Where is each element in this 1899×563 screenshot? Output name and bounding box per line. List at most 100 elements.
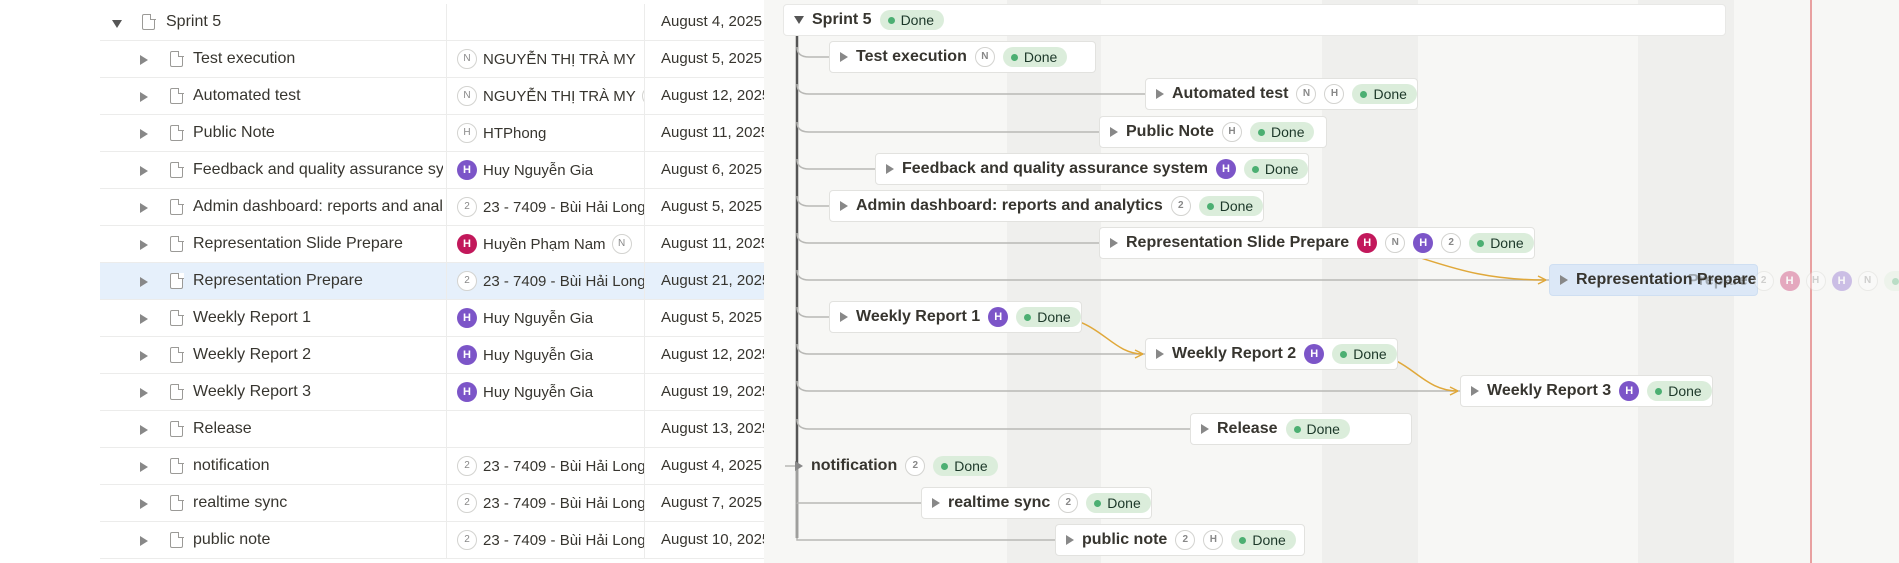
expand-toggle-icon[interactable] — [140, 425, 148, 435]
expand-toggle-icon[interactable] — [1156, 349, 1164, 359]
assignee-cell[interactable] — [446, 411, 644, 447]
row-title[interactable]: Weekly Report 1 — [193, 300, 443, 336]
expand-toggle-icon[interactable] — [1110, 127, 1118, 137]
row-title[interactable]: Sprint 5 — [166, 4, 416, 40]
assignee-cell[interactable]: H Huy Nguyễn Gia — [446, 152, 644, 188]
assignee-cell[interactable]: N NGUYỄN THỊ TRÀ MY — [446, 41, 644, 77]
table-row[interactable]: Representation Prepare 2 23 - 7409 - Bùi H… — [100, 263, 764, 300]
expand-toggle-icon[interactable] — [140, 499, 148, 509]
date-cell[interactable]: August 11, 2025 — [644, 115, 764, 151]
assignee-cell[interactable]: 2 23 - 7409 - Bùi Hải Long — [446, 263, 644, 299]
timeline-bar[interactable]: Admin dashboard: reports and analytics 2 D… — [829, 190, 1265, 222]
date-cell[interactable]: August 12, 2025 — [644, 78, 764, 114]
table-row[interactable]: Weekly Report 3 H Huy Nguyễn Gia August 19,… — [100, 374, 764, 411]
expand-toggle-icon[interactable] — [140, 351, 148, 361]
expand-toggle-icon[interactable] — [840, 312, 848, 322]
expand-toggle-icon[interactable] — [140, 536, 148, 546]
timeline-bar[interactable]: Weekly Report 2 H Done — [1145, 338, 1398, 370]
expand-toggle-icon[interactable] — [794, 16, 804, 24]
table-row[interactable]: Test execution N NGUYỄN THỊ TRÀ MY August 5… — [100, 41, 764, 78]
expand-toggle-icon[interactable] — [1156, 89, 1164, 99]
expand-toggle-icon[interactable] — [140, 462, 148, 472]
expand-toggle-icon[interactable] — [140, 388, 148, 398]
row-title[interactable]: Automated test — [193, 78, 443, 114]
timeline-bar[interactable]: Weekly Report 3 H Done — [1460, 375, 1713, 407]
expand-toggle-icon[interactable] — [112, 20, 122, 28]
date-cell[interactable]: August 4, 2025 — [644, 448, 764, 484]
expand-toggle-icon[interactable] — [840, 201, 848, 211]
date-cell[interactable]: August 11, 2025 — [644, 226, 764, 262]
table-row[interactable]: Automated testNNGUYỄN THỊ TRÀ MYHAugust … — [100, 78, 764, 115]
date-cell[interactable]: August 13, 2025 — [644, 411, 764, 447]
row-title[interactable]: public note — [193, 522, 443, 558]
table-row[interactable]: public note 2 23 - 7409 - Bùi Hải Long Augu… — [100, 522, 764, 559]
table-row[interactable]: Public Note H HTPhong August 11, 2025 — [100, 115, 764, 152]
timeline-bar[interactable]: Weekly Report 1 H Done — [829, 301, 1082, 333]
assignee-cell[interactable]: 2 23 - 7409 - Bùi Hải Long — [446, 448, 644, 484]
date-cell[interactable]: August 6, 2025 — [644, 152, 764, 188]
expand-toggle-icon[interactable] — [140, 55, 148, 65]
row-title[interactable]: Test execution — [193, 41, 443, 77]
row-title[interactable]: Release — [193, 411, 443, 447]
timeline-bar[interactable]: Release Done — [1190, 413, 1412, 445]
assignee-cell[interactable]: NNGUYỄN THỊ TRÀ MYH — [446, 78, 644, 114]
timeline-bar[interactable]: public note 2 H Done — [1055, 524, 1305, 556]
expand-toggle-icon[interactable] — [1560, 275, 1568, 285]
expand-toggle-icon[interactable] — [140, 129, 148, 139]
timeline-bar[interactable]: realtime sync 2 Done — [921, 487, 1152, 519]
date-cell[interactable]: August 12, 2025 — [644, 337, 764, 373]
row-title[interactable]: notification — [193, 448, 443, 484]
timeline-bar[interactable]: Public Note H Done — [1099, 116, 1327, 148]
expand-toggle-icon[interactable] — [795, 461, 803, 471]
row-title[interactable]: Feedback and quality assurance system — [193, 152, 443, 188]
expand-toggle-icon[interactable] — [140, 92, 148, 102]
date-cell[interactable]: August 10, 2025 — [644, 522, 764, 558]
row-title[interactable]: Weekly Report 2 — [193, 337, 443, 373]
expand-toggle-icon[interactable] — [1066, 535, 1074, 545]
date-cell[interactable]: August 5, 2025 — [644, 41, 764, 77]
expand-toggle-icon[interactable] — [886, 164, 894, 174]
expand-toggle-icon[interactable] — [1471, 386, 1479, 396]
expand-toggle-icon[interactable] — [840, 52, 848, 62]
assignee-cell[interactable]: H HTPhong — [446, 115, 644, 151]
row-title[interactable]: Representation Slide Prepare — [193, 226, 443, 262]
table-row[interactable]: Weekly Report 1 H Huy Nguyễn Gia August 5, … — [100, 300, 764, 337]
expand-toggle-icon[interactable] — [140, 277, 148, 287]
timeline-bar[interactable]: Feedback and quality assurance system H Do… — [875, 153, 1310, 185]
assignee-cell[interactable] — [446, 4, 644, 40]
assignee-cell[interactable]: 2 23 - 7409 - Bùi Hải Long — [446, 522, 644, 558]
date-cell[interactable]: August 19, 2025 — [644, 374, 764, 410]
row-title[interactable]: Public Note — [193, 115, 443, 151]
expand-toggle-icon[interactable] — [140, 240, 148, 250]
table-row[interactable]: Sprint 5 August 4, 2025 — [100, 4, 764, 41]
date-cell[interactable]: August 5, 2025 — [644, 189, 764, 225]
assignee-cell[interactable]: 2 23 - 7409 - Bùi Hải Long — [446, 485, 644, 521]
row-title[interactable]: Weekly Report 3 — [193, 374, 443, 410]
expand-toggle-icon[interactable] — [1110, 238, 1118, 248]
row-title[interactable]: Admin dashboard: reports and analytics — [193, 189, 443, 225]
row-title[interactable]: realtime sync — [193, 485, 443, 521]
table-row[interactable]: Release August 13, 2025 — [100, 411, 764, 448]
expand-toggle-icon[interactable] — [140, 166, 148, 176]
assignee-cell[interactable]: H Huy Nguyễn Gia — [446, 300, 644, 336]
date-cell[interactable]: August 4, 2025 — [644, 4, 764, 40]
date-cell[interactable]: August 5, 2025 — [644, 300, 764, 336]
date-cell[interactable]: August 21, 2025 — [644, 263, 764, 299]
expand-toggle-icon[interactable] — [140, 314, 148, 324]
expand-toggle-icon[interactable] — [1201, 424, 1209, 434]
date-cell[interactable]: August 7, 2025 — [644, 485, 764, 521]
timeline-bar[interactable]: Representation Slide Prepare H N H 2 Done — [1099, 227, 1535, 259]
expand-toggle-icon[interactable] — [932, 498, 940, 508]
row-title[interactable]: Representation Prepare — [193, 263, 443, 299]
table-row[interactable]: notification 2 23 - 7409 - Bùi Hải Long Aug… — [100, 448, 764, 485]
assignee-cell[interactable]: H Huy Nguyễn Gia — [446, 374, 644, 410]
timeline-bar[interactable]: Automated test N H Done — [1145, 78, 1418, 110]
timeline-bar[interactable]: Test execution N Done — [829, 41, 1096, 73]
timeline-bar[interactable]: Sprint 5 Done — [783, 4, 1726, 36]
assignee-cell[interactable]: H Huyền Phạm Nam N — [446, 226, 644, 262]
assignee-cell[interactable]: H Huy Nguyễn Gia — [446, 337, 644, 373]
table-row[interactable]: Representation Slide Prepare H Huyền Phạm … — [100, 226, 764, 263]
table-row[interactable]: Feedback and quality assurance system H Hu… — [100, 152, 764, 189]
timeline-bar[interactable]: notification 2 Done — [785, 450, 998, 482]
assignee-cell[interactable]: 2 23 - 7409 - Bùi Hải Long — [446, 189, 644, 225]
